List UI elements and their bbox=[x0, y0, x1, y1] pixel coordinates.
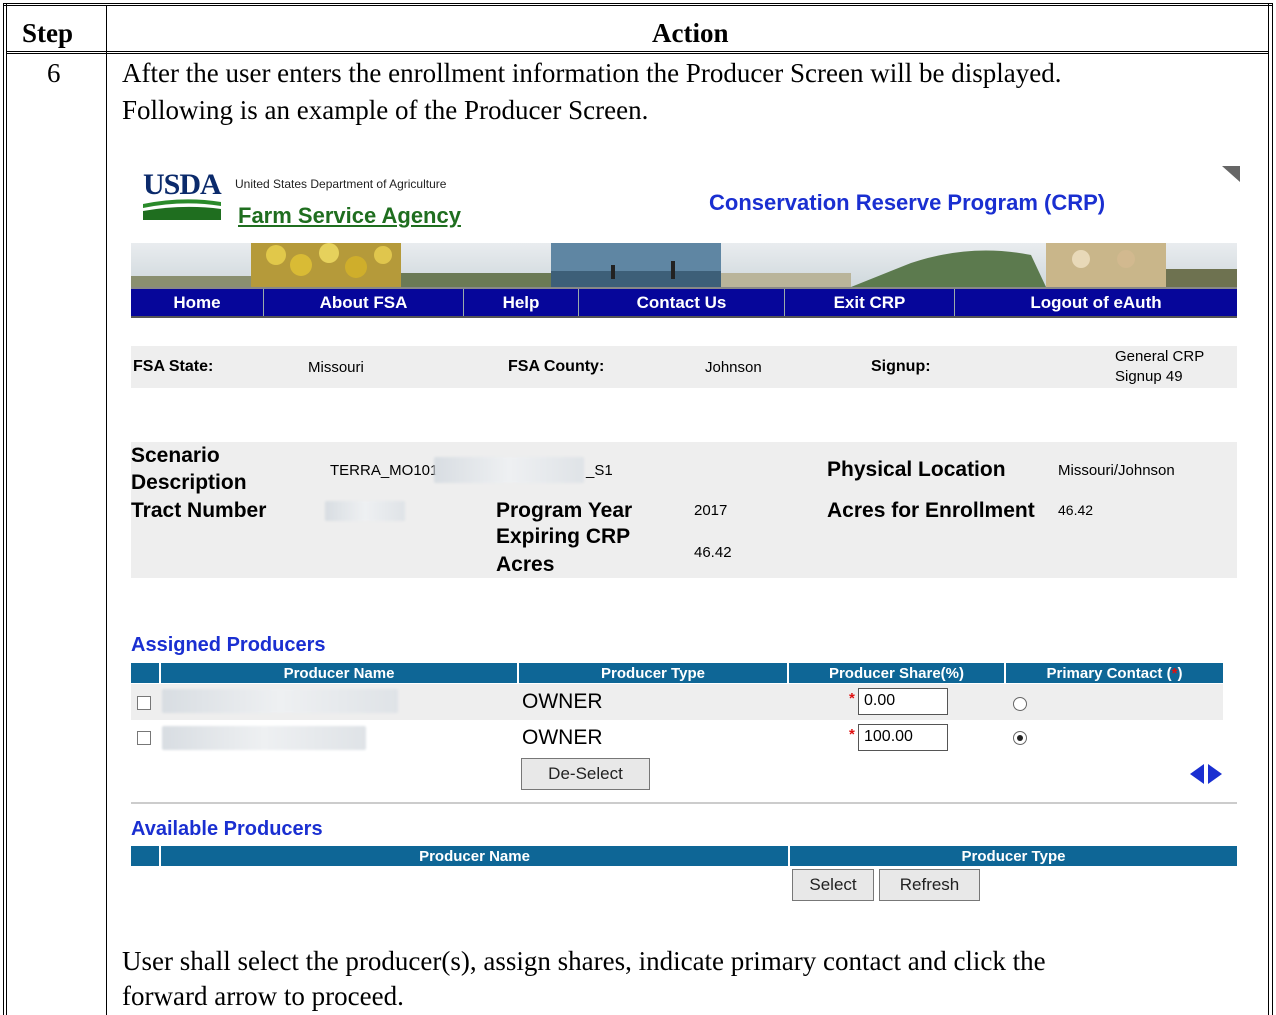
row-checkbox[interactable] bbox=[137, 696, 151, 710]
col-producer-type: Producer Type bbox=[519, 663, 789, 683]
producer-type: OWNER bbox=[522, 726, 603, 749]
fsa-county-label: FSA County: bbox=[508, 358, 605, 375]
col-primary-contact-close: ) bbox=[1177, 664, 1183, 682]
scenario-label-line1: Scenario bbox=[131, 444, 220, 467]
tract-number-redacted bbox=[325, 501, 405, 521]
intro-line-1: After the user enters the enrollment inf… bbox=[122, 58, 1062, 88]
main-nav: Home About FSA Help Contact Us Exit CRP … bbox=[131, 287, 1237, 316]
department-name: United States Department of Agriculture bbox=[235, 177, 447, 191]
fsa-state-label: FSA State: bbox=[133, 358, 214, 375]
header-divider bbox=[7, 51, 1268, 52]
table-border-right bbox=[1268, 3, 1273, 1015]
table-border-left bbox=[3, 3, 7, 1015]
program-year-value: 2017 bbox=[694, 502, 728, 519]
primary-contact-radio[interactable] bbox=[1013, 697, 1027, 711]
step-header: Step bbox=[22, 18, 74, 48]
agency-link[interactable]: Farm Service Agency bbox=[238, 203, 461, 229]
forward-arrow-icon[interactable] bbox=[1208, 764, 1222, 789]
share-input[interactable]: 0.00 bbox=[858, 688, 948, 715]
primary-contact-radio[interactable] bbox=[1013, 731, 1027, 745]
column-divider bbox=[106, 6, 107, 1015]
assigned-producers-title: Assigned Producers bbox=[131, 634, 326, 656]
tract-number-label: Tract Number bbox=[131, 499, 267, 522]
banner-photo bbox=[131, 243, 1237, 287]
available-grid-header: Producer Name Producer Type bbox=[131, 846, 1237, 866]
producer-name-redacted bbox=[162, 726, 366, 750]
assigned-select-col bbox=[131, 663, 161, 683]
nav-about-fsa[interactable]: About FSA bbox=[264, 289, 464, 316]
scenario-redacted bbox=[434, 457, 584, 483]
outro-line-2: forward arrow to proceed. bbox=[122, 981, 404, 1011]
producer-name-redacted bbox=[162, 689, 398, 713]
col-producer-share: Producer Share(%) bbox=[789, 663, 1006, 683]
back-arrow-icon[interactable] bbox=[1190, 764, 1204, 789]
intro-line-2: Following is an example of the Producer … bbox=[122, 95, 649, 125]
step-number: 6 bbox=[47, 58, 61, 88]
nav-logout[interactable]: Logout of eAuth bbox=[955, 289, 1237, 316]
signup-value-line1: General CRP bbox=[1115, 348, 1205, 365]
summary-band bbox=[131, 346, 1237, 388]
expiring-value: 46.42 bbox=[694, 544, 732, 561]
program-title: Conservation Reserve Program (CRP) bbox=[709, 190, 1106, 215]
acres-enrollment-label: Acres for Enrollment bbox=[827, 499, 1035, 522]
expiring-label-line1: Expiring CRP bbox=[496, 525, 631, 548]
action-header: Action bbox=[652, 18, 729, 48]
scenario-value-prefix: TERRA_MO101_ bbox=[330, 462, 447, 479]
share-input[interactable]: 100.00 bbox=[858, 724, 948, 751]
col-primary-contact: Primary Contact (*) bbox=[1006, 663, 1223, 683]
available-select-col bbox=[131, 846, 161, 866]
signup-label: Signup: bbox=[871, 358, 931, 375]
col-primary-contact-label: Primary Contact ( bbox=[1046, 664, 1172, 682]
header-divider-2 bbox=[7, 53, 1268, 54]
table-border-top bbox=[3, 3, 1273, 6]
col-available-producer-name: Producer Name bbox=[161, 846, 790, 866]
col-available-producer-type: Producer Type bbox=[961, 847, 1066, 865]
section-divider bbox=[131, 802, 1237, 804]
scenario-value-suffix: _S1 bbox=[586, 462, 613, 479]
col-producer-name: Producer Name bbox=[161, 663, 519, 683]
select-button[interactable]: Select bbox=[792, 869, 874, 901]
nav-contact-us[interactable]: Contact Us bbox=[579, 289, 785, 316]
share-required-mark: * bbox=[849, 726, 855, 743]
program-year-label: Program Year bbox=[496, 499, 633, 522]
scenario-label-line2: Description bbox=[131, 471, 247, 494]
fsa-county-value: Johnson bbox=[705, 359, 762, 376]
usda-logo-mark bbox=[143, 198, 221, 220]
row-checkbox[interactable] bbox=[137, 731, 151, 745]
physical-location-value: Missouri/Johnson bbox=[1058, 462, 1175, 479]
acres-enrollment-value: 46.42 bbox=[1058, 502, 1094, 518]
nav-exit-crp[interactable]: Exit CRP bbox=[785, 289, 955, 316]
assigned-grid-header: Producer Name Producer Type Producer Sha… bbox=[131, 663, 1223, 683]
nav-help[interactable]: Help bbox=[464, 289, 579, 316]
deselect-button[interactable]: De-Select bbox=[521, 758, 650, 790]
fsa-state-value: Missouri bbox=[308, 359, 364, 376]
corner-triangle-icon bbox=[1222, 166, 1240, 187]
outro-line-1: User shall select the producer(s), assig… bbox=[122, 946, 1046, 976]
producer-type: OWNER bbox=[522, 690, 603, 713]
refresh-button[interactable]: Refresh bbox=[879, 869, 980, 901]
signup-value-line2: Signup 49 bbox=[1115, 368, 1183, 385]
expiring-label-line2: Acres bbox=[496, 553, 555, 576]
physical-location-label: Physical Location bbox=[827, 458, 1006, 481]
nav-home[interactable]: Home bbox=[131, 289, 264, 316]
usda-logo-text: USDA bbox=[143, 168, 222, 201]
nav-underline bbox=[131, 316, 1237, 318]
available-producers-title: Available Producers bbox=[131, 818, 323, 840]
share-required-mark: * bbox=[849, 690, 855, 707]
